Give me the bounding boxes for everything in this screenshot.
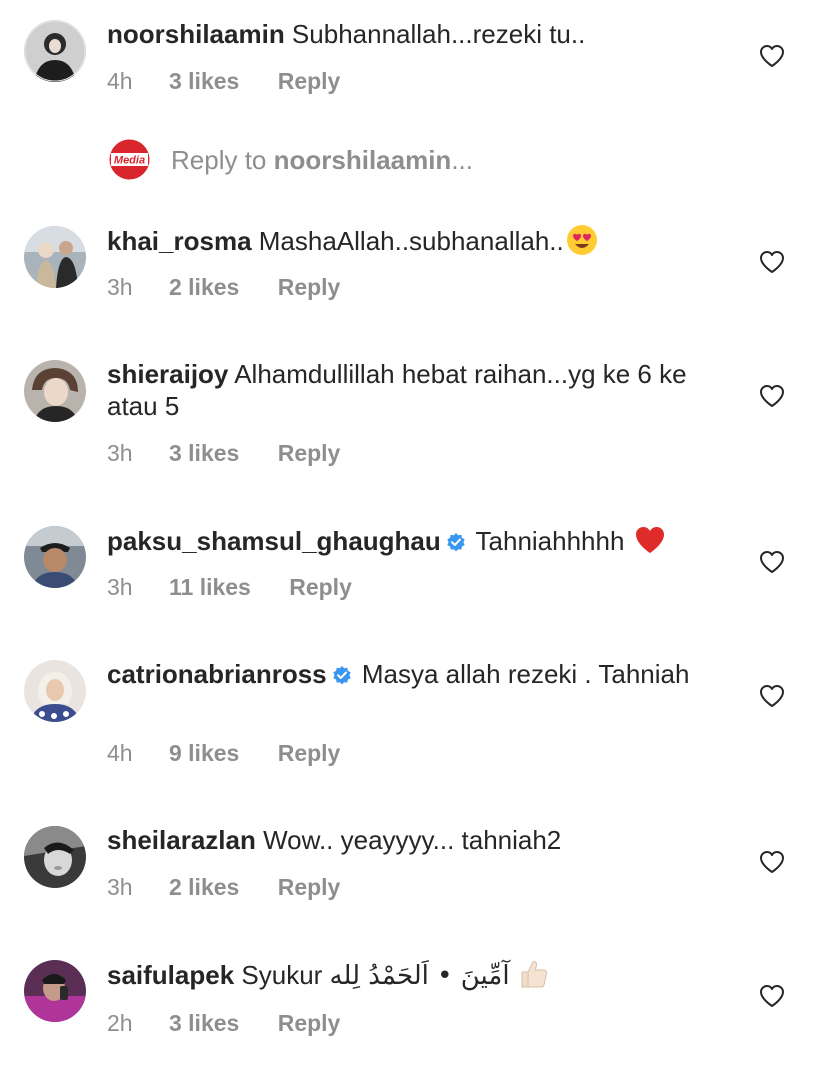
avatar[interactable] [24, 226, 86, 288]
comment-text: saifulapek Syukur آمِّينَ • اَلحَمْدُ لِ… [107, 958, 727, 992]
comment-meta: 4h 3 likes Reply [107, 67, 340, 95]
comment-body: Tahniahhhhh [468, 526, 632, 556]
likes-count[interactable]: 11 likes [169, 573, 251, 601]
avatar[interactable] [24, 660, 86, 722]
arabic-text: آمِّينَ • اَلحَمْدُ لِله [329, 961, 510, 991]
avatar[interactable] [24, 526, 86, 588]
timestamp[interactable]: 3h [107, 439, 133, 467]
comment-text: paksu_shamsul_ghaughau Tahniahhhhh [107, 524, 747, 557]
comment-text: shieraijoy Alhamdullillah hebat raihan..… [107, 358, 727, 422]
red-heart-emoji [634, 524, 666, 556]
comment-meta: 3h 11 likes Reply [107, 573, 352, 601]
heart-outline-icon[interactable] [759, 550, 785, 574]
thumbs-up-emoji [518, 958, 550, 990]
comment-meta: 3h 2 likes Reply [107, 873, 340, 901]
comment-body: Masya allah rezeki . Tahniah [354, 659, 690, 689]
timestamp[interactable]: 3h [107, 273, 133, 301]
heart-outline-icon[interactable] [759, 850, 785, 874]
heart-eyes-emoji [566, 224, 598, 256]
username[interactable]: catrionabrianross [107, 659, 327, 689]
likes-count[interactable]: 3 likes [169, 1009, 239, 1037]
comment-body: Subhannallah...rezeki tu.. [284, 19, 586, 49]
avatar[interactable] [24, 826, 86, 888]
comment-meta: 4h 9 likes Reply [107, 739, 340, 767]
reply-button[interactable]: Reply [278, 439, 341, 467]
reply-button[interactable]: Reply [289, 573, 352, 601]
reply-target: noorshilaamin [273, 145, 452, 175]
comment-meta: 2h 3 likes Reply [107, 1009, 340, 1037]
timestamp[interactable]: 3h [107, 873, 133, 901]
comment-body: Syukur [234, 960, 330, 990]
comment-text: catrionabrianross Masya allah rezeki . T… [107, 658, 707, 690]
reply-button[interactable]: Reply [278, 273, 341, 301]
heart-outline-icon[interactable] [759, 250, 785, 274]
avatar: Media [108, 138, 151, 181]
reply-button[interactable]: Reply [278, 739, 341, 767]
timestamp[interactable]: 3h [107, 573, 133, 601]
verified-badge-icon [331, 661, 353, 685]
reply-button[interactable]: Reply [278, 1009, 341, 1037]
reply-button[interactable]: Reply [278, 67, 341, 95]
comment-text: noorshilaamin Subhannallah...rezeki tu.. [107, 18, 727, 50]
likes-count[interactable]: 3 likes [169, 439, 239, 467]
likes-count[interactable]: 3 likes [169, 67, 239, 95]
reply-suffix: ... [451, 145, 473, 175]
username[interactable]: shieraijoy [107, 359, 228, 389]
heart-outline-icon[interactable] [759, 684, 785, 708]
username[interactable]: sheilarazlan [107, 825, 256, 855]
heart-outline-icon[interactable] [759, 984, 785, 1008]
avatar[interactable] [24, 960, 86, 1022]
comment-text: sheilarazlan Wow.. yeayyyy... tahniah2 [107, 824, 727, 856]
likes-count[interactable]: 2 likes [169, 273, 239, 301]
reply-input[interactable]: Media Reply to noorshilaamin... [108, 138, 798, 182]
reply-prefix: Reply to [171, 145, 274, 175]
media-logo-text: Media [114, 155, 145, 167]
reply-button[interactable]: Reply [278, 873, 341, 901]
comment-meta: 3h 3 likes Reply [107, 439, 340, 467]
comment-text: khai_rosma MashaAllah..subhanallah.. [107, 224, 727, 257]
verified-badge-icon [445, 528, 467, 552]
timestamp[interactable]: 2h [107, 1009, 133, 1037]
username[interactable]: paksu_shamsul_ghaughau [107, 526, 441, 556]
timestamp[interactable]: 4h [107, 67, 133, 95]
username[interactable]: khai_rosma [107, 226, 252, 256]
comment-body: Wow.. yeayyyy... tahniah2 [255, 825, 562, 855]
comment-meta: 3h 2 likes Reply [107, 273, 340, 301]
avatar[interactable] [24, 20, 86, 82]
reply-placeholder: Reply to noorshilaamin... [171, 144, 473, 176]
timestamp[interactable]: 4h [107, 739, 133, 767]
heart-outline-icon[interactable] [759, 384, 785, 408]
heart-outline-icon[interactable] [759, 44, 785, 68]
avatar[interactable] [24, 360, 86, 422]
username[interactable]: saifulapek [107, 960, 234, 990]
comment-body: MashaAllah..subhanallah.. [251, 226, 564, 256]
likes-count[interactable]: 9 likes [169, 739, 239, 767]
username[interactable]: noorshilaamin [107, 19, 285, 49]
likes-count[interactable]: 2 likes [169, 873, 239, 901]
